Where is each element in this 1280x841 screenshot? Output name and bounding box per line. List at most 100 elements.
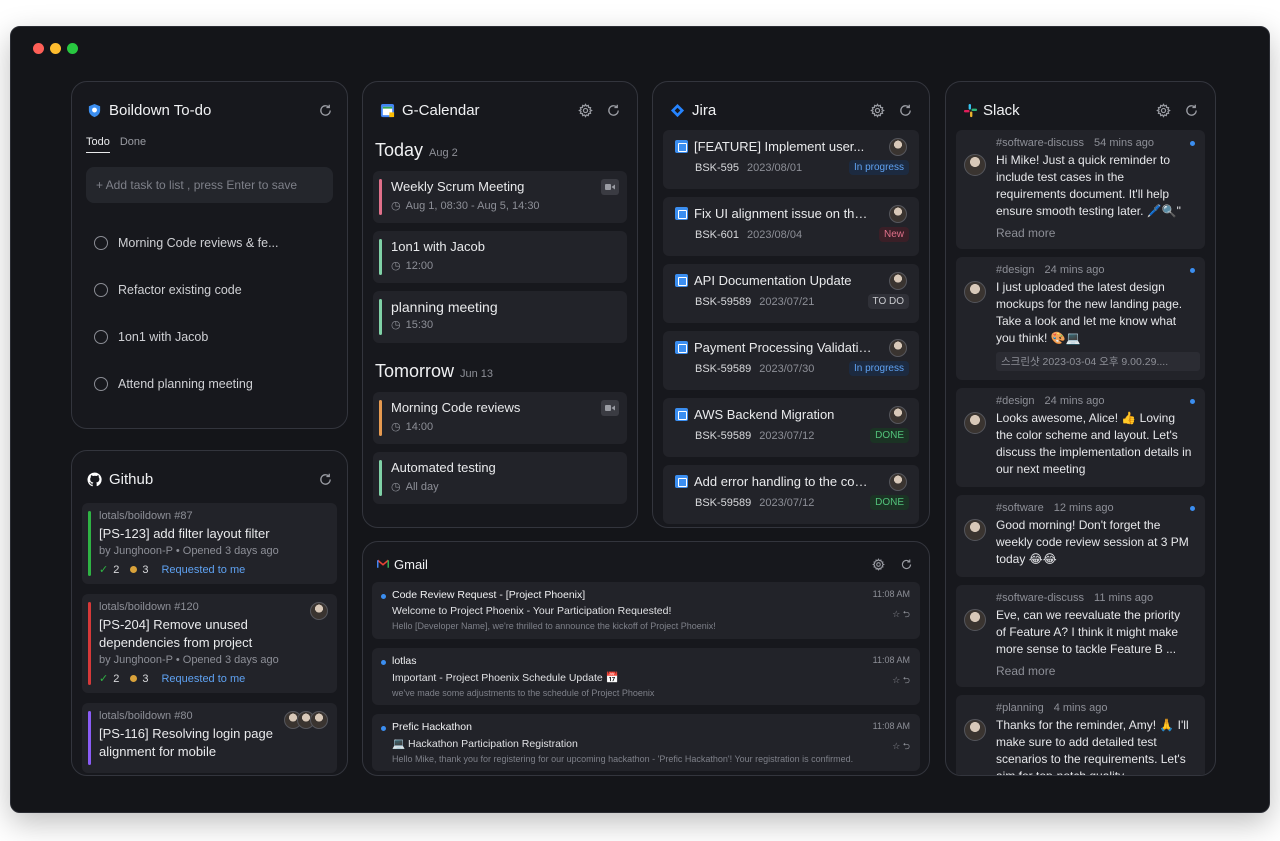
- pr-requested-label: Requested to me: [161, 563, 246, 576]
- avatar: [964, 719, 986, 741]
- pull-request-item[interactable]: lotals/boildown #80 [PS-116] Resolving l…: [82, 703, 337, 773]
- calendar-event[interactable]: 1on1 with Jacob ◷ 12:00: [373, 231, 627, 283]
- reply-icon[interactable]: ⮌: [903, 741, 910, 751]
- pr-reviewers: [310, 602, 328, 620]
- window-controls: [33, 43, 78, 54]
- email-preview: Hello Mike, thank you for registering fo…: [392, 754, 854, 764]
- refresh-icon[interactable]: [897, 102, 913, 118]
- todo-checkbox[interactable]: [94, 329, 108, 344]
- jira-issue[interactable]: Fix UI alignment issue on the... BSK-601…: [663, 197, 919, 256]
- refresh-icon[interactable]: [317, 102, 333, 118]
- issue-key: BSK-59589: [695, 295, 752, 308]
- gear-icon[interactable]: [1155, 102, 1171, 118]
- avatar: [964, 519, 986, 541]
- pull-request-item[interactable]: lotals/boildown #120 [PS-204] Remove unu…: [82, 594, 337, 693]
- slack-message[interactable]: #software 12 mins ago Good morning! Don't…: [956, 495, 1205, 577]
- jira-issue[interactable]: API Documentation Update BSK-59589 2023/0…: [663, 264, 919, 323]
- video-call-icon[interactable]: [601, 400, 619, 416]
- issue-title: [FEATURE] Implement user...: [694, 139, 865, 154]
- issue-status-badge: TO DO: [867, 294, 909, 309]
- pr-title[interactable]: [PS-116] Resolving login page alignment …: [99, 725, 289, 761]
- pr-reviewers: [284, 711, 328, 729]
- calendar-title: G-Calendar: [402, 101, 480, 119]
- message-channel: #design: [996, 395, 1035, 407]
- reply-icon[interactable]: ⮌: [903, 675, 910, 685]
- gear-icon[interactable]: [577, 102, 593, 118]
- gear-icon[interactable]: [869, 102, 885, 118]
- refresh-icon[interactable]: [898, 556, 914, 572]
- refresh-icon[interactable]: [1183, 102, 1199, 118]
- unread-dot: [1190, 141, 1195, 146]
- assignee-avatar: [889, 272, 907, 290]
- add-task-input[interactable]: [86, 167, 333, 203]
- pr-title[interactable]: [PS-123] add filter layout filter: [99, 525, 327, 543]
- tab-todo[interactable]: Todo: [86, 136, 110, 153]
- todo-item-label[interactable]: 1on1 with Jacob: [118, 330, 208, 344]
- todo-checkbox[interactable]: [94, 235, 108, 250]
- pr-status-bar: [88, 711, 91, 765]
- read-more-link[interactable]: Read more: [996, 664, 1193, 678]
- jira-issue[interactable]: Add error handling to the con... BSK-595…: [663, 465, 919, 524]
- slack-message[interactable]: #software-discuss 54 mins ago Hi Mike! Ju…: [956, 130, 1205, 249]
- slack-message[interactable]: #software-discuss 11 mins ago Eve, can we…: [956, 585, 1205, 687]
- email-item[interactable]: Prefic Hackathon 💻 Hackathon Participati…: [372, 714, 920, 771]
- gear-icon[interactable]: [870, 556, 886, 572]
- pull-request-item[interactable]: lotals/boildown #87 [PS-123] add filter …: [82, 503, 337, 584]
- calendar-event[interactable]: Weekly Scrum Meeting ◷ Aug 1, 08:30 - Aug…: [373, 171, 627, 223]
- todo-item-label[interactable]: Attend planning meeting: [118, 377, 253, 391]
- email-item[interactable]: lotlas Important - Project Phoenix Sched…: [372, 648, 920, 705]
- video-call-icon[interactable]: [601, 179, 619, 195]
- email-time: 11:08 AM: [872, 655, 910, 665]
- todo-item: Refactor existing code: [86, 266, 333, 313]
- assignee-avatar: [889, 339, 907, 357]
- calendar-event[interactable]: Morning Code reviews ◷ 14:00: [373, 392, 627, 444]
- pr-requested-label: Requested to me: [161, 672, 246, 685]
- avatar: [310, 711, 328, 729]
- slack-header: Slack: [956, 96, 1205, 124]
- event-time: ◷ 12:00: [391, 259, 617, 273]
- todo-title: Boildown To-do: [109, 101, 212, 119]
- email-item[interactable]: Code Review Request - [Project Phoenix] …: [372, 582, 920, 639]
- calendar-event[interactable]: planning meeting ◷ 15:30: [373, 291, 627, 343]
- email-preview: we've made some adjustments to the sched…: [392, 688, 655, 698]
- minimize-window-button[interactable]: [50, 43, 61, 54]
- issue-status-badge: In progress: [848, 361, 909, 376]
- message-attachment[interactable]: 스크린샷 2023-03-04 오후 9.00.29....: [996, 352, 1200, 371]
- close-window-button[interactable]: [33, 43, 44, 54]
- todo-checkbox[interactable]: [94, 376, 108, 391]
- star-icon[interactable]: ☆: [892, 741, 900, 751]
- jira-issue[interactable]: Payment Processing Validation BSK-59589 2…: [663, 331, 919, 390]
- slack-message[interactable]: #planning 4 mins ago Thanks for the remin…: [956, 695, 1205, 775]
- issue-date: 2023/07/12: [759, 429, 815, 442]
- refresh-icon[interactable]: [317, 471, 333, 487]
- event-title: 1on1 with Jacob: [391, 239, 485, 254]
- jira-issue[interactable]: [FEATURE] Implement user... BSK-595 2023/…: [663, 130, 919, 189]
- github-logo-icon: [86, 471, 102, 487]
- pr-title[interactable]: [PS-204] Remove unused dependencies from…: [99, 616, 299, 652]
- todo-checkbox[interactable]: [94, 282, 108, 297]
- slack-logo-icon: [962, 102, 978, 118]
- day-date: Aug 2: [429, 147, 458, 159]
- refresh-icon[interactable]: [605, 102, 621, 118]
- todo-item-label[interactable]: Refactor existing code: [118, 283, 242, 297]
- avatar: [964, 154, 986, 176]
- calendar-header: G-Calendar: [373, 96, 627, 124]
- maximize-window-button[interactable]: [67, 43, 78, 54]
- pull-request-list: lotals/boildown #87 [PS-123] add filter …: [82, 503, 337, 773]
- todo-item-label[interactable]: Morning Code reviews & fe...: [118, 236, 279, 250]
- pr-status-bar: [88, 511, 91, 576]
- calendar-event[interactable]: Automated testing ◷ All day: [373, 452, 627, 504]
- email-subject: Important - Project Phoenix Schedule Upd…: [392, 672, 619, 684]
- message-time: 54 mins ago: [1094, 137, 1154, 149]
- star-icon[interactable]: ☆: [892, 675, 900, 685]
- read-more-link[interactable]: Read more: [996, 226, 1193, 240]
- email-preview: Hello [Developer Name], we're thrilled t…: [392, 621, 716, 631]
- jira-issue[interactable]: AWS Backend Migration BSK-59589 2023/07/1…: [663, 398, 919, 457]
- pr-repo: lotals/boildown #120: [99, 601, 199, 613]
- event-time: ◷ Aug 1, 08:30 - Aug 5, 14:30: [391, 199, 617, 213]
- tab-done[interactable]: Done: [120, 136, 146, 153]
- reply-icon[interactable]: ⮌: [903, 609, 910, 619]
- slack-message[interactable]: #design 24 mins ago I just uploaded the l…: [956, 257, 1205, 380]
- slack-message[interactable]: #design 24 mins ago Looks awesome, Alice!…: [956, 388, 1205, 487]
- star-icon[interactable]: ☆: [892, 609, 900, 619]
